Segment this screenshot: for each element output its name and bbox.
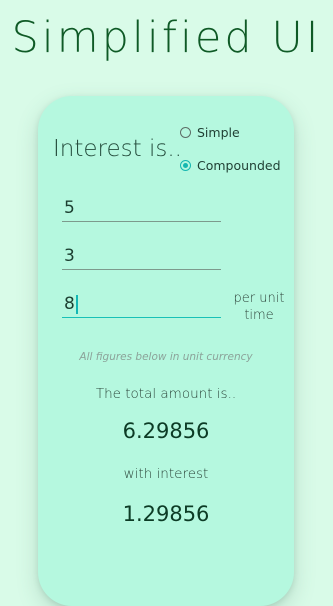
time-unit-label: per unit time (233, 291, 285, 323)
interest-amount-value: 1.29856 (122, 502, 210, 526)
rate-input[interactable]: 3 (62, 242, 221, 270)
principal-input[interactable]: 5 (62, 194, 221, 222)
interest-type-label: Interest is.. (53, 136, 182, 162)
compounded-radio-option[interactable]: Compounded (180, 158, 281, 173)
interest-amount-label: with interest (123, 466, 209, 482)
rate-input-value: 3 (64, 246, 75, 266)
principal-input-value: 5 (64, 198, 75, 218)
simple-radio-icon[interactable] (180, 127, 191, 138)
simple-radio-option[interactable]: Simple (180, 125, 240, 140)
compounded-radio-label: Compounded (197, 158, 281, 173)
compounded-radio-icon[interactable] (180, 160, 191, 171)
app-title: Simplified UI (11, 13, 322, 63)
time-input-value: 8 (64, 294, 75, 314)
calculator-card: Interest is.. Simple Compounded 5 3 8 pe… (38, 96, 294, 606)
total-amount-label: The total amount is.. (95, 386, 237, 402)
time-input[interactable]: 8 (62, 290, 221, 318)
total-amount-value: 6.29856 (122, 419, 210, 443)
simple-radio-label: Simple (197, 125, 240, 140)
currency-note: All figures below in unit currency (79, 351, 253, 363)
text-caret (75, 294, 78, 314)
